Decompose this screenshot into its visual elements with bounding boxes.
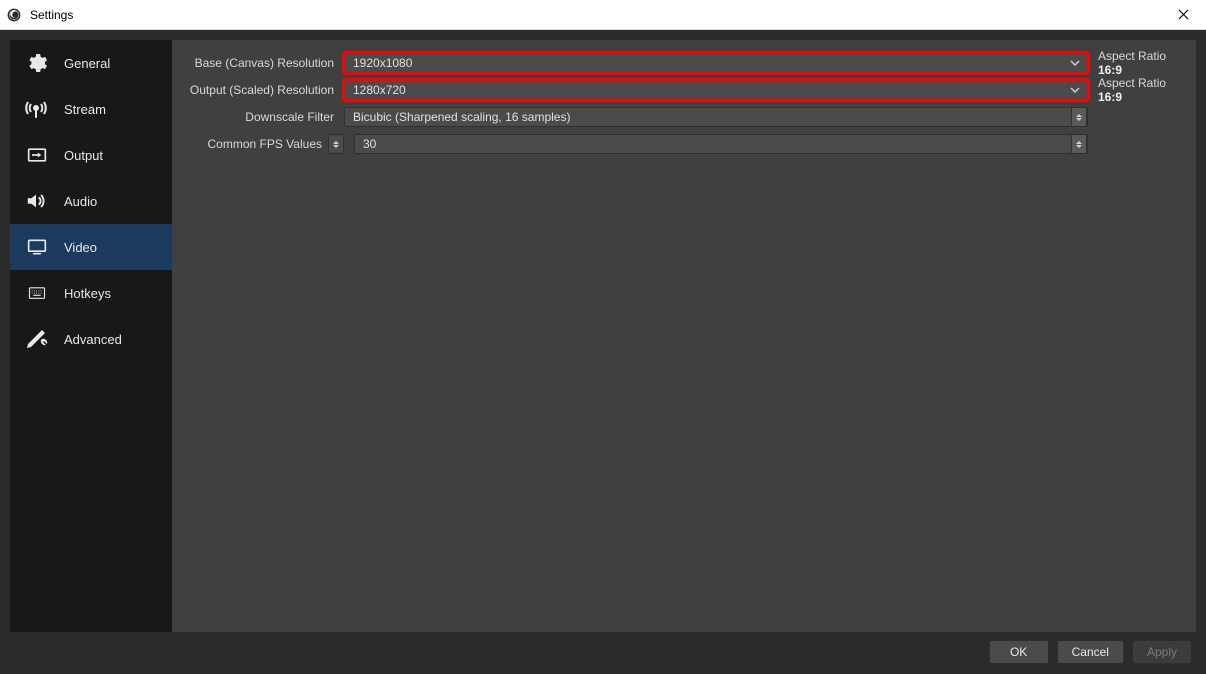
downscale-filter-value: Bicubic (Sharpened scaling, 16 samples) (353, 110, 570, 124)
app-icon (4, 5, 24, 25)
broadcast-icon (24, 97, 52, 121)
sidebar-item-label: Advanced (64, 332, 122, 347)
apply-button: Apply (1132, 640, 1192, 664)
close-button[interactable] (1168, 0, 1198, 30)
fps-label: Common FPS Values (208, 137, 329, 151)
base-resolution-value: 1920x1080 (353, 56, 412, 70)
output-resolution-value: 1280x720 (353, 83, 406, 97)
output-resolution-row: Output (Scaled) Resolution 1280x720 Aspe… (182, 79, 1186, 101)
output-resolution-combo[interactable]: 1280x720 (344, 80, 1088, 100)
sidebar-item-hotkeys[interactable]: Hotkeys (10, 270, 172, 316)
output-resolution-label: Output (Scaled) Resolution (182, 83, 344, 97)
titlebar: Settings (0, 0, 1206, 30)
fps-value: 30 (363, 137, 376, 151)
output-icon (24, 145, 52, 165)
gear-icon (24, 51, 52, 75)
chevron-down-icon (1067, 54, 1083, 72)
sidebar-item-label: Stream (64, 102, 106, 117)
sidebar-item-label: Hotkeys (64, 286, 111, 301)
window-body: General Stream (0, 30, 1206, 674)
ok-button[interactable]: OK (989, 640, 1049, 664)
sidebar-item-general[interactable]: General (10, 40, 172, 86)
button-bar: OK Cancel Apply (989, 640, 1192, 664)
video-settings-panel: Base (Canvas) Resolution 1920x1080 Aspec… (172, 40, 1196, 632)
content-area: General Stream (10, 40, 1196, 632)
spinner-icon[interactable] (1071, 134, 1087, 154)
sidebar-item-audio[interactable]: Audio (10, 178, 172, 224)
sidebar-item-label: Video (64, 240, 97, 255)
downscale-filter-row: Downscale Filter Bicubic (Sharpened scal… (182, 106, 1186, 128)
fps-combo[interactable]: 30 (354, 134, 1088, 154)
fps-type-spinner[interactable] (328, 134, 344, 154)
speaker-icon (24, 190, 52, 212)
downscale-filter-label: Downscale Filter (182, 110, 344, 124)
sidebar-item-label: General (64, 56, 110, 71)
sidebar-item-label: Output (64, 148, 103, 163)
base-resolution-combo[interactable]: 1920x1080 (344, 53, 1088, 73)
sidebar-item-video[interactable]: Video (10, 224, 172, 270)
downscale-filter-combo[interactable]: Bicubic (Sharpened scaling, 16 samples) (344, 107, 1088, 127)
sidebar: General Stream (10, 40, 172, 632)
sidebar-item-label: Audio (64, 194, 97, 209)
sidebar-item-advanced[interactable]: Advanced (10, 316, 172, 362)
base-resolution-row: Base (Canvas) Resolution 1920x1080 Aspec… (182, 52, 1186, 74)
cancel-button[interactable]: Cancel (1057, 640, 1124, 664)
monitor-icon (24, 237, 52, 257)
sidebar-item-stream[interactable]: Stream (10, 86, 172, 132)
fps-row: Common FPS Values 30 (182, 133, 1186, 155)
base-resolution-label: Base (Canvas) Resolution (182, 56, 344, 70)
chevron-down-icon (1067, 81, 1083, 99)
sidebar-item-output[interactable]: Output (10, 132, 172, 178)
output-aspect-ratio: Aspect Ratio 16:9 (1094, 76, 1186, 104)
keyboard-icon (24, 284, 52, 302)
spinner-icon[interactable] (1071, 107, 1087, 127)
window-title: Settings (30, 8, 73, 22)
base-aspect-ratio: Aspect Ratio 16:9 (1094, 49, 1186, 77)
fps-label-group: Common FPS Values (182, 134, 344, 154)
tools-icon (24, 327, 52, 351)
